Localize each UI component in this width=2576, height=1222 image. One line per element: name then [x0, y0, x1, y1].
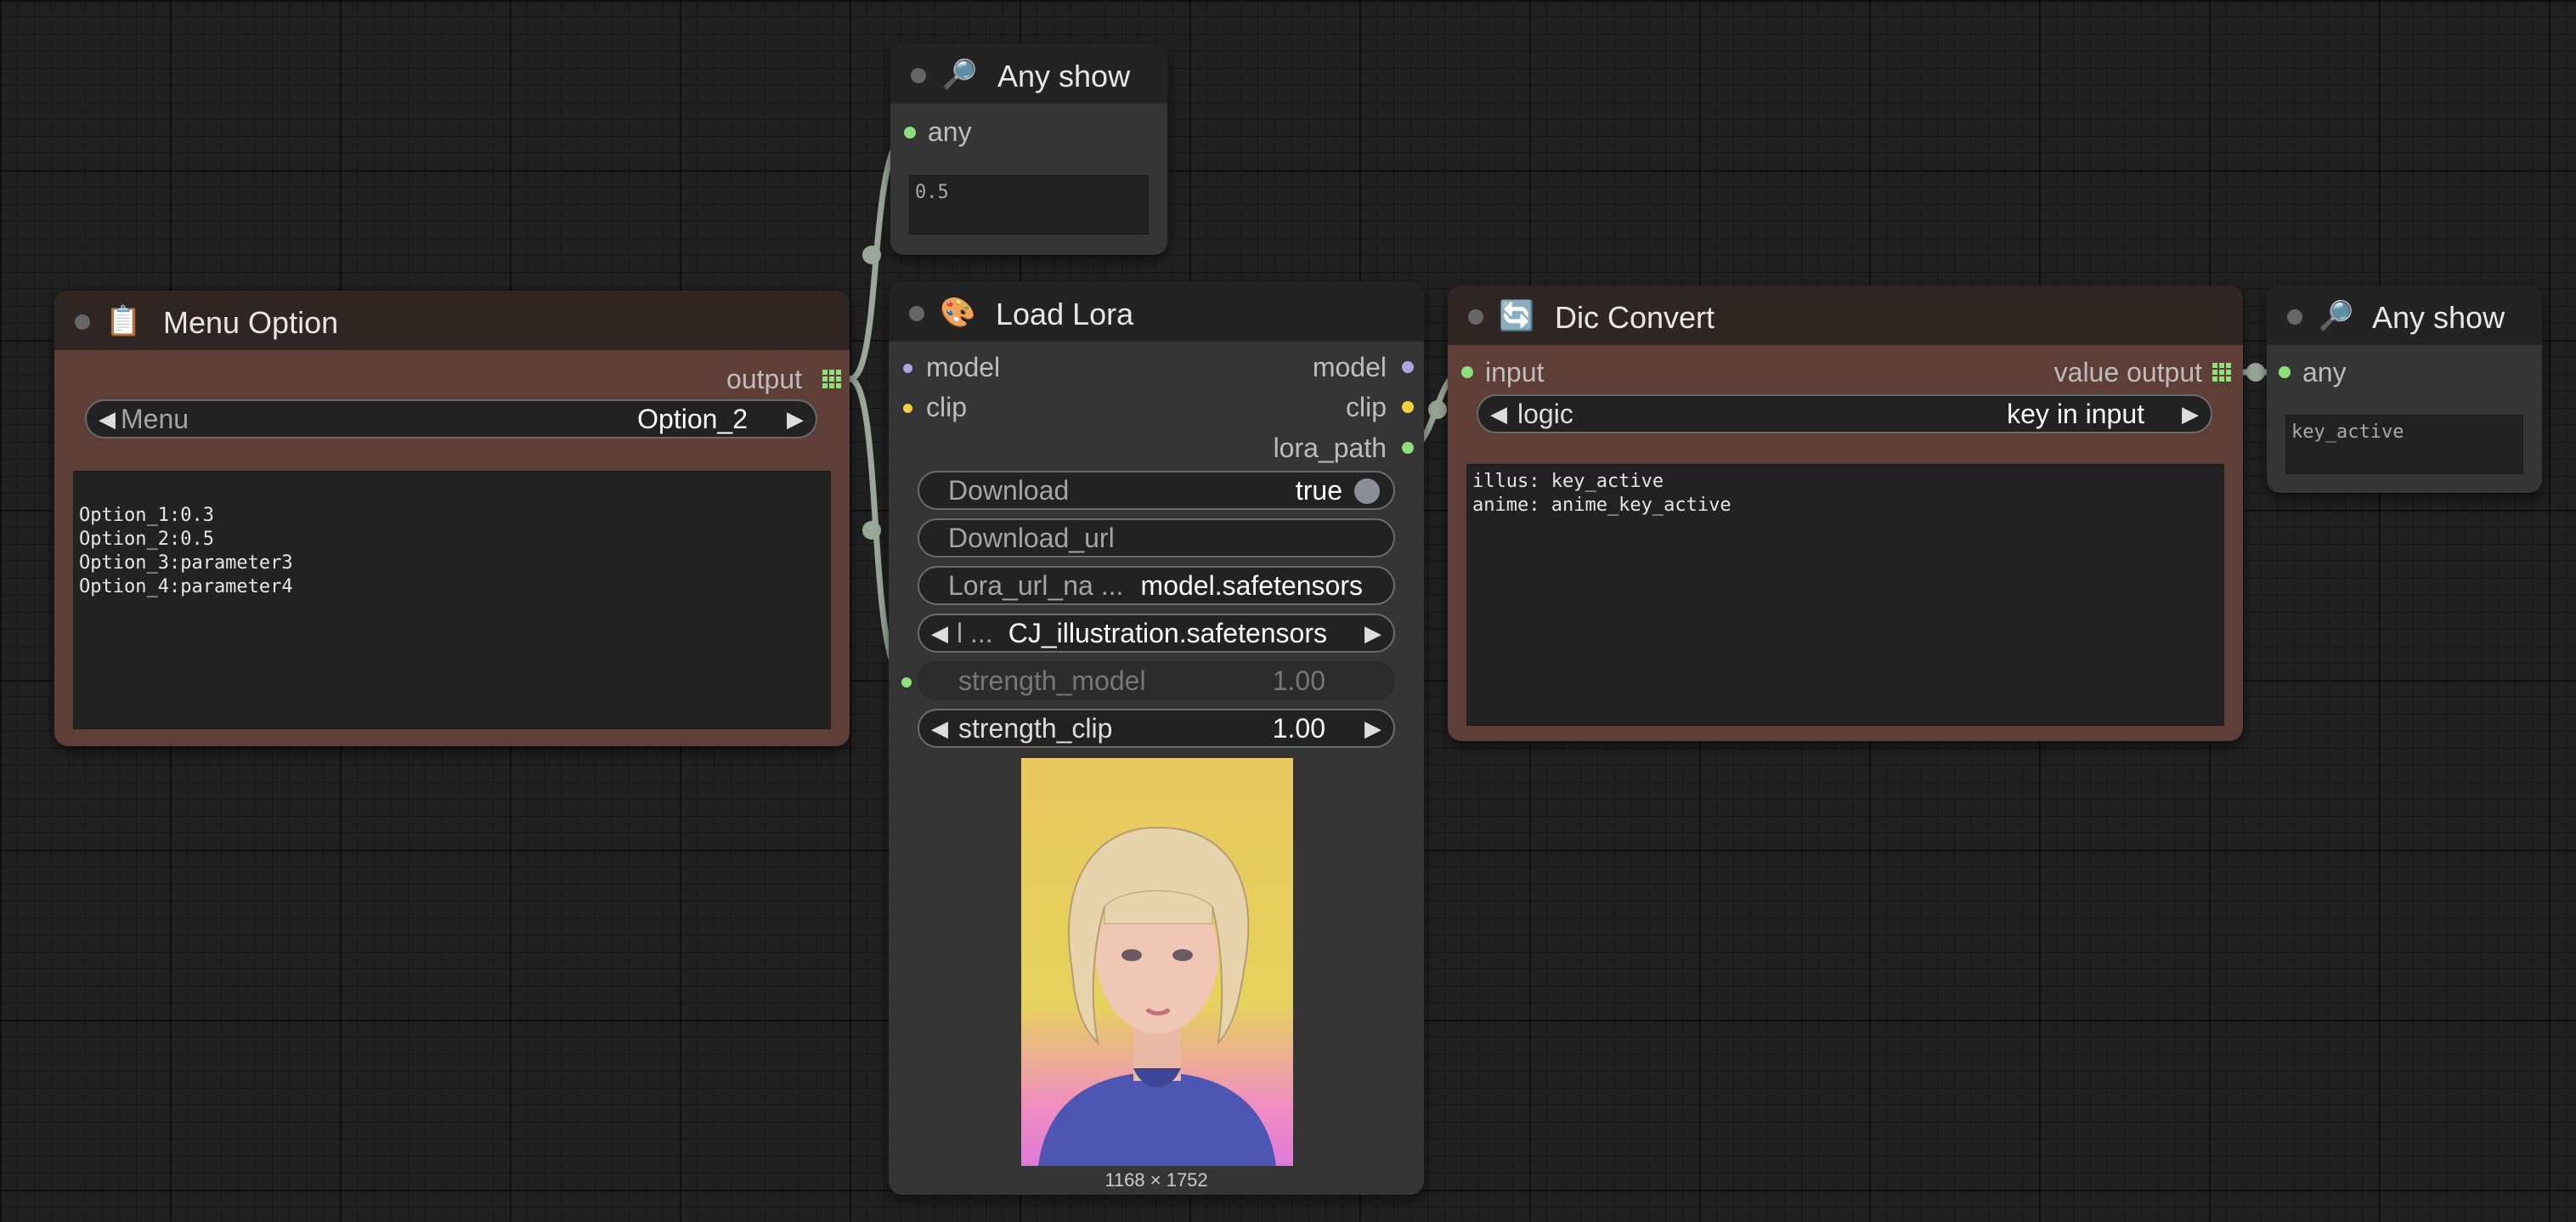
widget-value: 1.00	[1272, 665, 1325, 696]
widget-label: logic	[1517, 399, 1573, 429]
widget-label: l ...	[957, 618, 993, 648]
collapse-dot[interactable]	[1468, 309, 1483, 325]
palette-icon: 🎨	[940, 297, 976, 329]
refresh-icon: 🔄	[1499, 300, 1535, 332]
collapse-dot[interactable]	[911, 68, 926, 83]
input-label: any	[928, 116, 972, 147]
strength-model-field: strength_model 1.00	[918, 661, 1395, 700]
link-midpoint	[1428, 400, 1447, 419]
widget-label: Download	[948, 475, 1070, 506]
magnifier-icon: 🔎	[941, 59, 978, 91]
node-header[interactable]: 🔎 Any show	[2267, 286, 2542, 345]
node-title: Load Lora	[996, 297, 1134, 331]
collapse-dot[interactable]	[2287, 309, 2302, 325]
widget-value: 1.00	[1272, 713, 1325, 744]
output-slot-model[interactable]	[1402, 361, 1414, 373]
widget-label: strength_clip	[958, 713, 1113, 744]
output-label-lora-path: lora_path	[1273, 433, 1387, 463]
output-label-model: model	[1312, 352, 1387, 382]
clipboard-icon: 📋	[105, 305, 142, 337]
widget-label: Lora_url_na ...	[948, 570, 1124, 601]
output-label-clip: clip	[1345, 392, 1387, 422]
collapse-dot[interactable]	[75, 314, 90, 330]
input-slot-model[interactable]	[901, 361, 915, 376]
widget-value: true	[1295, 475, 1342, 506]
input-slot-any[interactable]	[904, 127, 916, 139]
load-lora-node[interactable]: 🎨 Load Lora model clip model clip lora_p…	[889, 282, 1424, 1195]
node-header[interactable]: 📋 Menu Option	[54, 291, 850, 350]
value-display[interactable]: 0.5	[909, 175, 1149, 235]
lora-preview-image[interactable]	[1021, 758, 1293, 1166]
widget-value: CJ_illustration.safetensors	[1008, 618, 1327, 648]
download-url-field[interactable]: Download_url	[918, 518, 1395, 557]
node-title: Any show	[997, 59, 1131, 93]
output-label: output	[726, 364, 802, 394]
lora-url-name-field[interactable]: Lora_url_na ... model.safetensors	[918, 566, 1395, 605]
toggle-knob[interactable]	[1354, 478, 1380, 504]
value-display[interactable]: key_active	[2285, 415, 2523, 474]
arrow-left-icon[interactable]: ◀	[99, 401, 116, 437]
strength-clip-slider[interactable]: ◀ strength_clip 1.00 ▶	[918, 709, 1395, 748]
widget-value: Option_2	[637, 404, 748, 434]
menu-option-node[interactable]: 📋 Menu Option output ◀ Menu Option_2 ▶ O…	[54, 291, 850, 746]
output-slot-grid[interactable]	[2212, 363, 2231, 382]
lora-name-combo[interactable]: ◀ l ... CJ_illustration.safetensors ▶	[918, 614, 1395, 653]
link-midpoint	[862, 521, 881, 540]
widget-value: model.safetensors	[1140, 570, 1363, 601]
node-title: Any show	[2372, 300, 2505, 335]
collapse-dot[interactable]	[909, 306, 924, 321]
arrow-right-icon[interactable]: ▶	[2182, 396, 2199, 432]
node-title: Dic Convert	[1555, 300, 1715, 335]
arrow-left-icon[interactable]: ◀	[931, 615, 948, 651]
node-header[interactable]: 🔎 Any show	[890, 44, 1167, 104]
widget-label: Download_url	[948, 523, 1115, 553]
output-slot-clip[interactable]	[1402, 401, 1414, 413]
link-midpoint	[862, 246, 881, 264]
options-textarea[interactable]: Option_1:0.3 Option_2:0.5 Option_3:param…	[73, 471, 831, 729]
dic-convert-node[interactable]: 🔄 Dic Convert input value output ◀ logic…	[1448, 286, 2243, 741]
input-slot-any[interactable]	[2279, 366, 2291, 378]
input-slot-strength-model[interactable]	[899, 675, 914, 690]
magnifier-icon: 🔎	[2318, 300, 2354, 332]
output-slot-lora-path[interactable]	[1402, 442, 1414, 454]
menu-combo[interactable]: ◀ Menu Option_2 ▶	[85, 399, 817, 438]
any-show-node[interactable]: 🔎 Any show any 0.5	[890, 44, 1167, 255]
node-header[interactable]: 🔄 Dic Convert	[1448, 286, 2243, 345]
arrow-right-icon[interactable]: ▶	[1364, 615, 1381, 651]
arrow-left-icon[interactable]: ◀	[1490, 396, 1507, 432]
mapping-textarea[interactable]: illus: key_active anime: anime_key_activ…	[1466, 464, 2224, 726]
node-header[interactable]: 🎨 Load Lora	[889, 282, 1424, 342]
download-toggle[interactable]: Download true	[918, 471, 1395, 510]
input-label: input	[1485, 357, 1545, 388]
image-size-label: 1168 × 1752	[1104, 1169, 1208, 1191]
node-title: Menu Option	[163, 305, 339, 340]
input-label: any	[2302, 357, 2347, 388]
link-midpoint	[2246, 363, 2265, 382]
output-slot-grid[interactable]	[822, 370, 841, 388]
arrow-left-icon[interactable]: ◀	[931, 710, 948, 746]
widget-label: Menu	[121, 404, 189, 434]
widget-value: key in input	[2007, 399, 2144, 429]
arrow-right-icon[interactable]: ▶	[1364, 710, 1381, 746]
input-label-model: model	[926, 352, 1001, 382]
output-label: value output	[2053, 357, 2202, 388]
input-label-clip: clip	[926, 392, 968, 422]
logic-combo[interactable]: ◀ logic key in input ▶	[1477, 394, 2212, 433]
input-slot-input[interactable]	[1461, 366, 1473, 378]
arrow-right-icon[interactable]: ▶	[787, 401, 804, 437]
widget-label: strength_model	[958, 665, 1146, 696]
input-slot-clip[interactable]	[901, 401, 915, 416]
any-show-node-2[interactable]: 🔎 Any show any key_active	[2267, 286, 2542, 493]
